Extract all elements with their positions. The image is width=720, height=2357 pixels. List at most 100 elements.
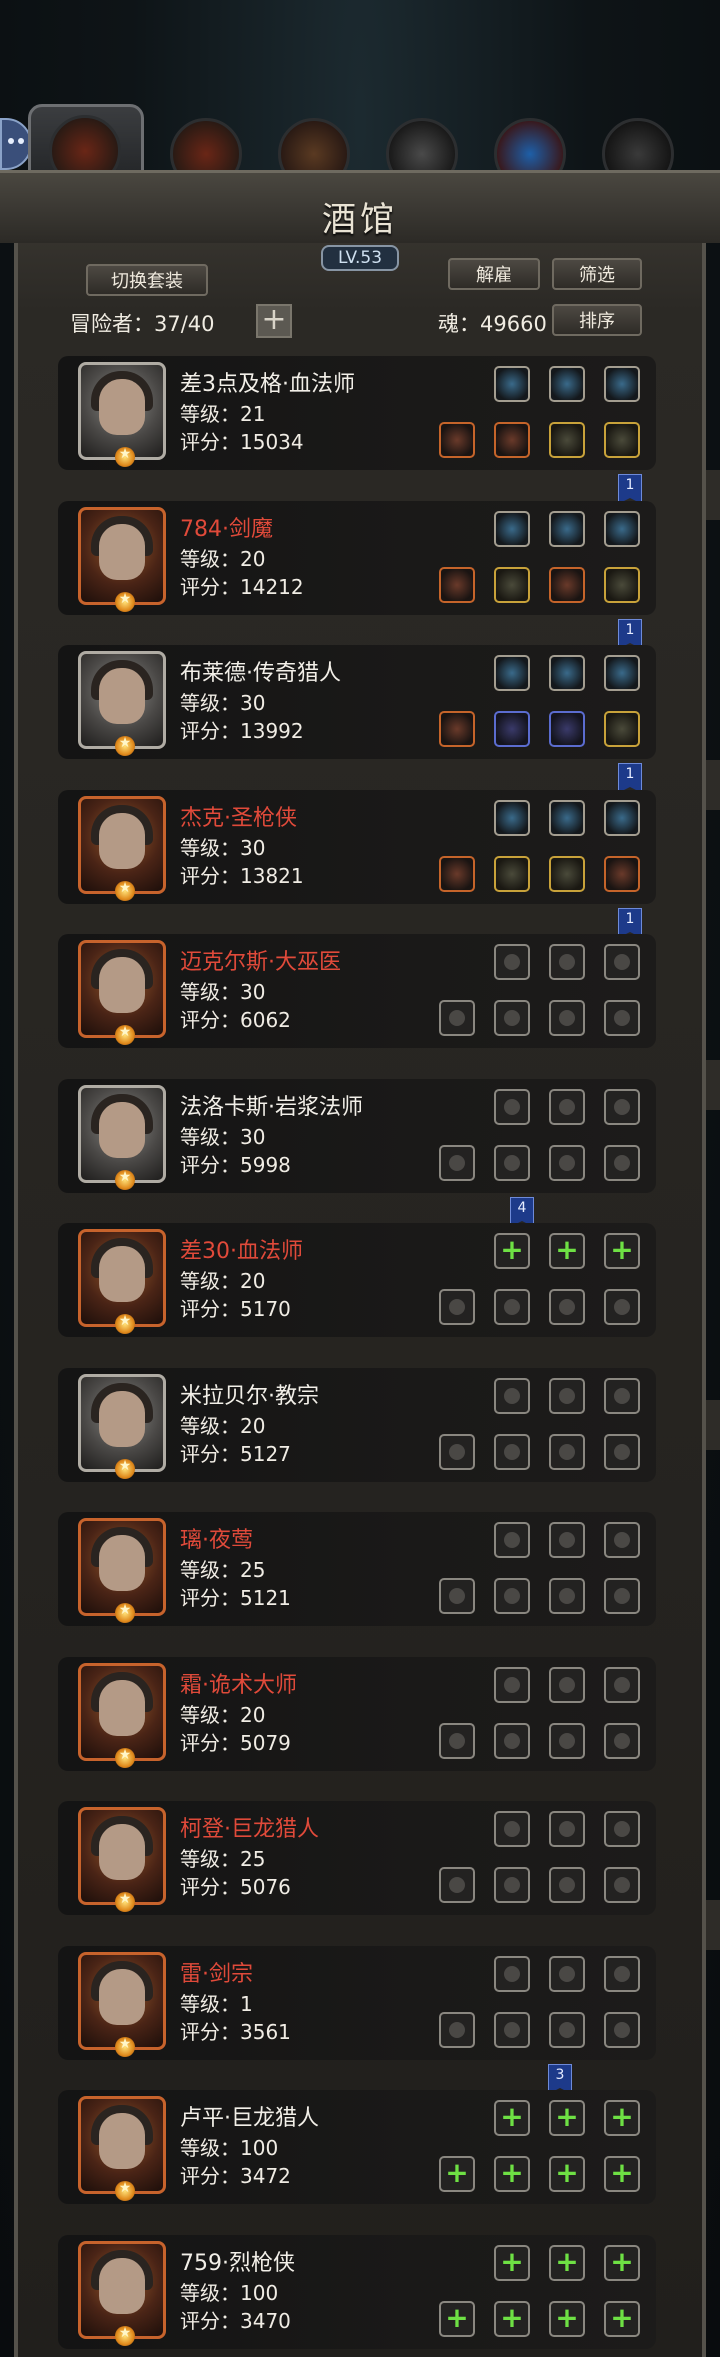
empty-skill-slot[interactable] [604,944,640,980]
empty-skill-slot[interactable] [494,1378,530,1414]
hero-portrait[interactable]: ★ [78,1374,166,1479]
hero-row[interactable]: ★ 差30·血法师 等级：20 评分：5170 [58,1223,656,1337]
equipment-slot[interactable] [494,422,530,458]
empty-equipment-slot[interactable] [549,1434,585,1470]
empty-equipment-slot[interactable] [549,1578,585,1614]
empty-skill-slot[interactable] [604,1378,640,1414]
empty-equipment-slot[interactable] [494,1723,530,1759]
hero-row[interactable]: ★ 柯登·巨龙猎人 等级：25 评分：5076 [58,1801,656,1915]
add-equipment-slot[interactable] [549,2301,585,2337]
add-skill-slot[interactable] [494,2100,530,2136]
empty-skill-slot[interactable] [549,1667,585,1703]
empty-equipment-slot[interactable] [494,1434,530,1470]
hero-portrait[interactable]: ★ [78,1807,166,1912]
empty-equipment-slot[interactable] [494,1000,530,1036]
hero-portrait[interactable]: ★ [78,1952,166,2057]
hero-row[interactable]: ★ 卢平·巨龙猎人 等级：100 评分：3472 [58,2090,656,2204]
empty-equipment-slot[interactable] [494,1867,530,1903]
side-tab[interactable] [705,760,720,810]
empty-skill-slot[interactable] [549,1956,585,1992]
add-skill-slot[interactable] [604,1233,640,1269]
side-tab[interactable] [705,1900,720,1950]
empty-skill-slot[interactable] [494,1522,530,1558]
empty-equipment-slot[interactable] [604,1434,640,1470]
hero-portrait[interactable]: ★ [78,1663,166,1768]
skill-slot[interactable] [604,655,640,691]
empty-equipment-slot[interactable] [604,1000,640,1036]
empty-skill-slot[interactable] [494,1811,530,1847]
hero-portrait[interactable]: ★ [78,651,166,756]
equipment-slot[interactable] [604,856,640,892]
add-skill-slot[interactable] [549,1233,585,1269]
skill-slot[interactable] [494,511,530,547]
skill-slot[interactable] [604,366,640,402]
add-equipment-slot[interactable] [604,2156,640,2192]
skill-slot[interactable] [604,511,640,547]
empty-skill-slot[interactable] [604,1956,640,1992]
empty-skill-slot[interactable] [604,1089,640,1125]
hero-row[interactable]: ★ 布莱德·传奇猎人 等级：30 评分：13992 [58,645,656,759]
empty-equipment-slot[interactable] [549,1289,585,1325]
hero-portrait[interactable]: ★ [78,1085,166,1190]
empty-skill-slot[interactable] [549,1522,585,1558]
side-tab[interactable] [705,1060,720,1110]
hero-row[interactable]: ★ 784·剑魔 等级：20 评分：14212 [58,501,656,615]
hero-row[interactable]: ★ 差3点及格·血法师 等级：21 评分：15034 [58,356,656,470]
empty-equipment-slot[interactable] [439,1145,475,1181]
empty-equipment-slot[interactable] [494,1578,530,1614]
empty-equipment-slot[interactable] [549,1000,585,1036]
empty-equipment-slot[interactable] [439,1578,475,1614]
hero-portrait[interactable]: ★ [78,1229,166,1334]
equipment-slot[interactable] [439,422,475,458]
add-equipment-slot[interactable] [439,2156,475,2192]
hero-portrait[interactable]: ★ [78,1518,166,1623]
add-skill-slot[interactable] [549,2245,585,2281]
empty-equipment-slot[interactable] [439,1000,475,1036]
empty-skill-slot[interactable] [604,1811,640,1847]
empty-equipment-slot[interactable] [604,1145,640,1181]
empty-equipment-slot[interactable] [604,1723,640,1759]
add-adventurer-button[interactable]: + [256,304,292,338]
hero-portrait[interactable]: ★ [78,2096,166,2201]
add-equipment-slot[interactable] [494,2156,530,2192]
empty-equipment-slot[interactable] [604,1578,640,1614]
empty-skill-slot[interactable] [549,1089,585,1125]
empty-equipment-slot[interactable] [494,1145,530,1181]
empty-skill-slot[interactable] [494,1667,530,1703]
equipment-slot[interactable] [549,856,585,892]
skill-slot[interactable] [549,800,585,836]
hero-portrait[interactable]: ★ [78,362,166,467]
add-equipment-slot[interactable] [439,2301,475,2337]
empty-equipment-slot[interactable] [604,2012,640,2048]
equipment-slot[interactable] [549,567,585,603]
filter-button[interactable]: 筛选 [552,258,642,290]
add-equipment-slot[interactable] [604,2301,640,2337]
empty-skill-slot[interactable] [494,944,530,980]
add-skill-slot[interactable] [549,2100,585,2136]
add-skill-slot[interactable] [494,1233,530,1269]
add-equipment-slot[interactable] [549,2156,585,2192]
hero-row[interactable]: ★ 霜·诡术大师 等级：20 评分：5079 [58,1657,656,1771]
empty-equipment-slot[interactable] [604,1289,640,1325]
equipment-slot[interactable] [494,567,530,603]
skill-slot[interactable] [549,655,585,691]
empty-skill-slot[interactable] [604,1667,640,1703]
empty-equipment-slot[interactable] [604,1867,640,1903]
empty-equipment-slot[interactable] [494,1289,530,1325]
hero-row[interactable]: ★ 璃·夜莺 等级：25 评分：5121 [58,1512,656,1626]
add-skill-slot[interactable] [604,2100,640,2136]
hero-row[interactable]: ★ 雷·剑宗 等级：1 评分：3561 [58,1946,656,2060]
empty-equipment-slot[interactable] [439,1434,475,1470]
hero-portrait[interactable]: ★ [78,507,166,612]
side-tab[interactable] [705,470,720,520]
equipment-slot[interactable] [439,567,475,603]
add-equipment-slot[interactable] [494,2301,530,2337]
hero-row[interactable]: ★ 法洛卡斯·岩浆法师 等级：30 评分：5998 [58,1079,656,1193]
empty-skill-slot[interactable] [604,1522,640,1558]
skill-slot[interactable] [549,511,585,547]
hero-row[interactable]: ★ 米拉贝尔·教宗 等级：20 评分：5127 [58,1368,656,1482]
empty-skill-slot[interactable] [549,944,585,980]
add-skill-slot[interactable] [604,2245,640,2281]
empty-skill-slot[interactable] [549,1378,585,1414]
equipment-slot[interactable] [494,711,530,747]
